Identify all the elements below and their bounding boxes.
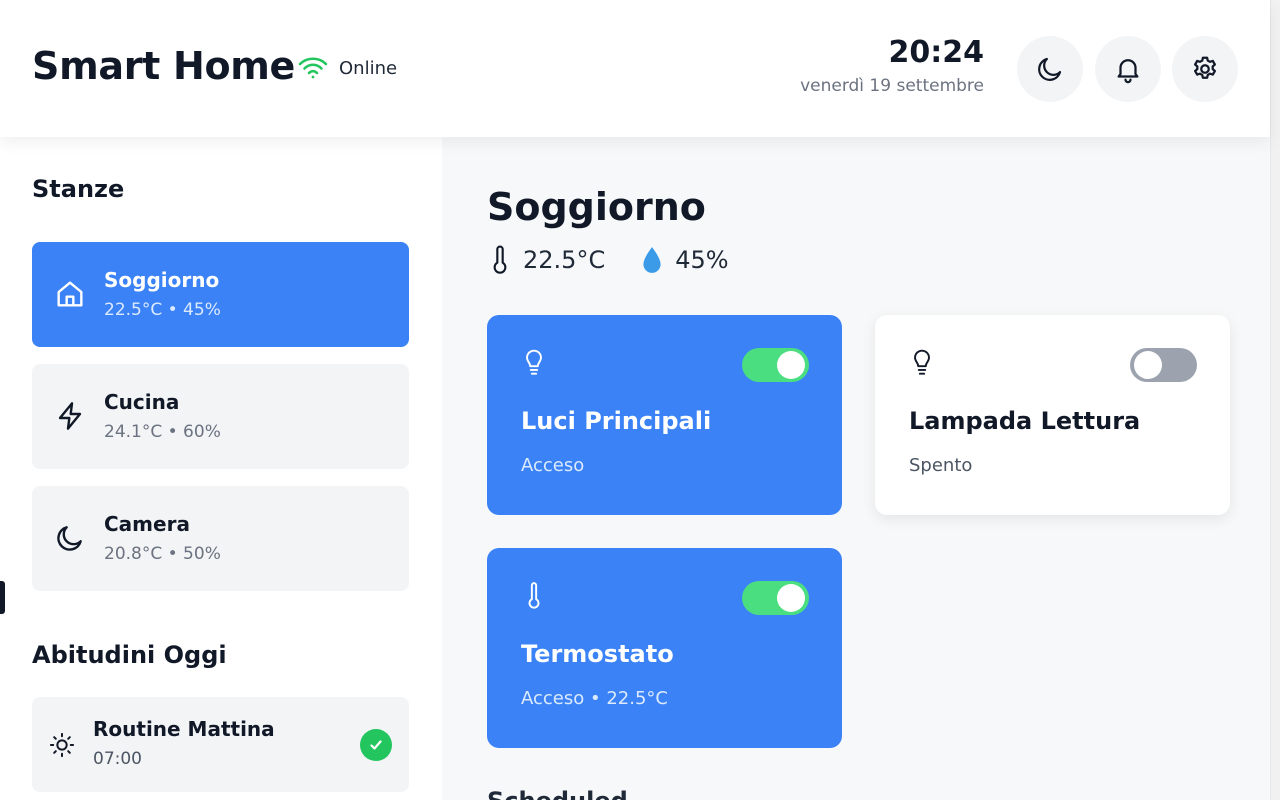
room-name: Cucina bbox=[104, 390, 180, 414]
lightbulb-icon bbox=[914, 349, 930, 375]
next-section-heading: Scheduled bbox=[487, 789, 677, 800]
moon-icon bbox=[1038, 57, 1062, 81]
device-toggle[interactable] bbox=[1130, 348, 1197, 382]
page-scrollbar[interactable] bbox=[1270, 0, 1280, 800]
device-name: Luci Principali bbox=[521, 407, 712, 435]
room-readings: 22.5°C 45% bbox=[487, 245, 763, 275]
thermometer-icon bbox=[493, 245, 507, 274]
app-title: Smart Home bbox=[32, 44, 296, 88]
side-drawer-handle[interactable] bbox=[0, 581, 5, 614]
habit-done-badge bbox=[360, 729, 392, 761]
habit-item-routine-mattina[interactable]: Routine Mattina 07:00 bbox=[32, 697, 409, 792]
room-item-cucina[interactable]: Cucina 24.1°C • 60% bbox=[32, 364, 409, 469]
device-status: Acceso bbox=[521, 455, 585, 476]
check-icon bbox=[370, 740, 382, 750]
sidebar: Stanze Soggiorno 22.5°C • 45% Cucina 24.… bbox=[0, 137, 442, 800]
droplet-icon bbox=[643, 247, 661, 273]
device-card-termostato[interactable]: Termostato Acceso • 22.5°C bbox=[487, 548, 842, 748]
device-toggle[interactable] bbox=[742, 581, 809, 615]
device-card-luci-principali[interactable]: Luci Principali Acceso bbox=[487, 315, 842, 515]
moon-icon bbox=[57, 526, 82, 551]
habit-time: 07:00 bbox=[93, 749, 142, 769]
room-item-soggiorno[interactable]: Soggiorno 22.5°C • 45% bbox=[32, 242, 409, 347]
settings-button[interactable] bbox=[1172, 36, 1238, 102]
toggle-knob bbox=[777, 584, 805, 612]
theme-toggle-button[interactable] bbox=[1017, 36, 1083, 102]
humidity-value: 45% bbox=[675, 246, 729, 274]
room-title: Soggiorno bbox=[487, 185, 706, 229]
temperature-reading: 22.5°C bbox=[487, 245, 605, 275]
room-meta: 20.8°C • 50% bbox=[104, 544, 221, 564]
home-icon bbox=[57, 281, 83, 307]
lightbulb-icon bbox=[526, 349, 542, 375]
habit-name: Routine Mattina bbox=[93, 717, 275, 741]
device-status: Spento bbox=[909, 455, 973, 476]
toggle-knob bbox=[1134, 351, 1162, 379]
device-name: Lampada Lettura bbox=[909, 407, 1141, 435]
sun-icon bbox=[49, 732, 75, 758]
clock-time: 20:24 bbox=[888, 35, 985, 70]
device-toggle[interactable] bbox=[742, 348, 809, 382]
thermometer-icon bbox=[528, 582, 540, 609]
main-panel: Soggiorno 22.5°C 45% Luci Principali Acc… bbox=[442, 137, 1270, 800]
clock: 20:24 venerdì 19 settembre bbox=[800, 35, 985, 97]
device-card-lampada-lettura[interactable]: Lampada Lettura Spento bbox=[875, 315, 1230, 515]
gear-icon bbox=[1194, 56, 1216, 79]
device-name: Termostato bbox=[521, 640, 674, 668]
room-name: Soggiorno bbox=[104, 268, 220, 292]
bell-icon bbox=[1117, 59, 1139, 84]
rooms-section-title: Stanze bbox=[32, 175, 125, 203]
bolt-icon bbox=[58, 402, 82, 430]
room-meta: 22.5°C • 45% bbox=[104, 300, 221, 320]
device-status: Acceso • 22.5°C bbox=[521, 688, 668, 709]
temperature-value: 22.5°C bbox=[523, 246, 606, 274]
room-name: Camera bbox=[104, 512, 190, 536]
clock-date: venerdì 19 settembre bbox=[800, 76, 984, 96]
toggle-knob bbox=[777, 351, 805, 379]
status-label: Online bbox=[339, 57, 398, 79]
room-meta: 24.1°C • 60% bbox=[104, 422, 221, 442]
humidity-reading: 45% bbox=[639, 245, 729, 275]
app-header: Smart Home Online 20:24 venerdì 19 sette… bbox=[0, 0, 1270, 137]
room-item-camera[interactable]: Camera 20.8°C • 50% bbox=[32, 486, 409, 591]
wifi-icon bbox=[298, 57, 328, 79]
connection-status: Online bbox=[297, 54, 397, 82]
habits-section-title: Abitudini Oggi bbox=[32, 641, 227, 669]
next-section-title: Scheduled bbox=[487, 789, 677, 800]
notifications-button[interactable] bbox=[1095, 36, 1161, 102]
